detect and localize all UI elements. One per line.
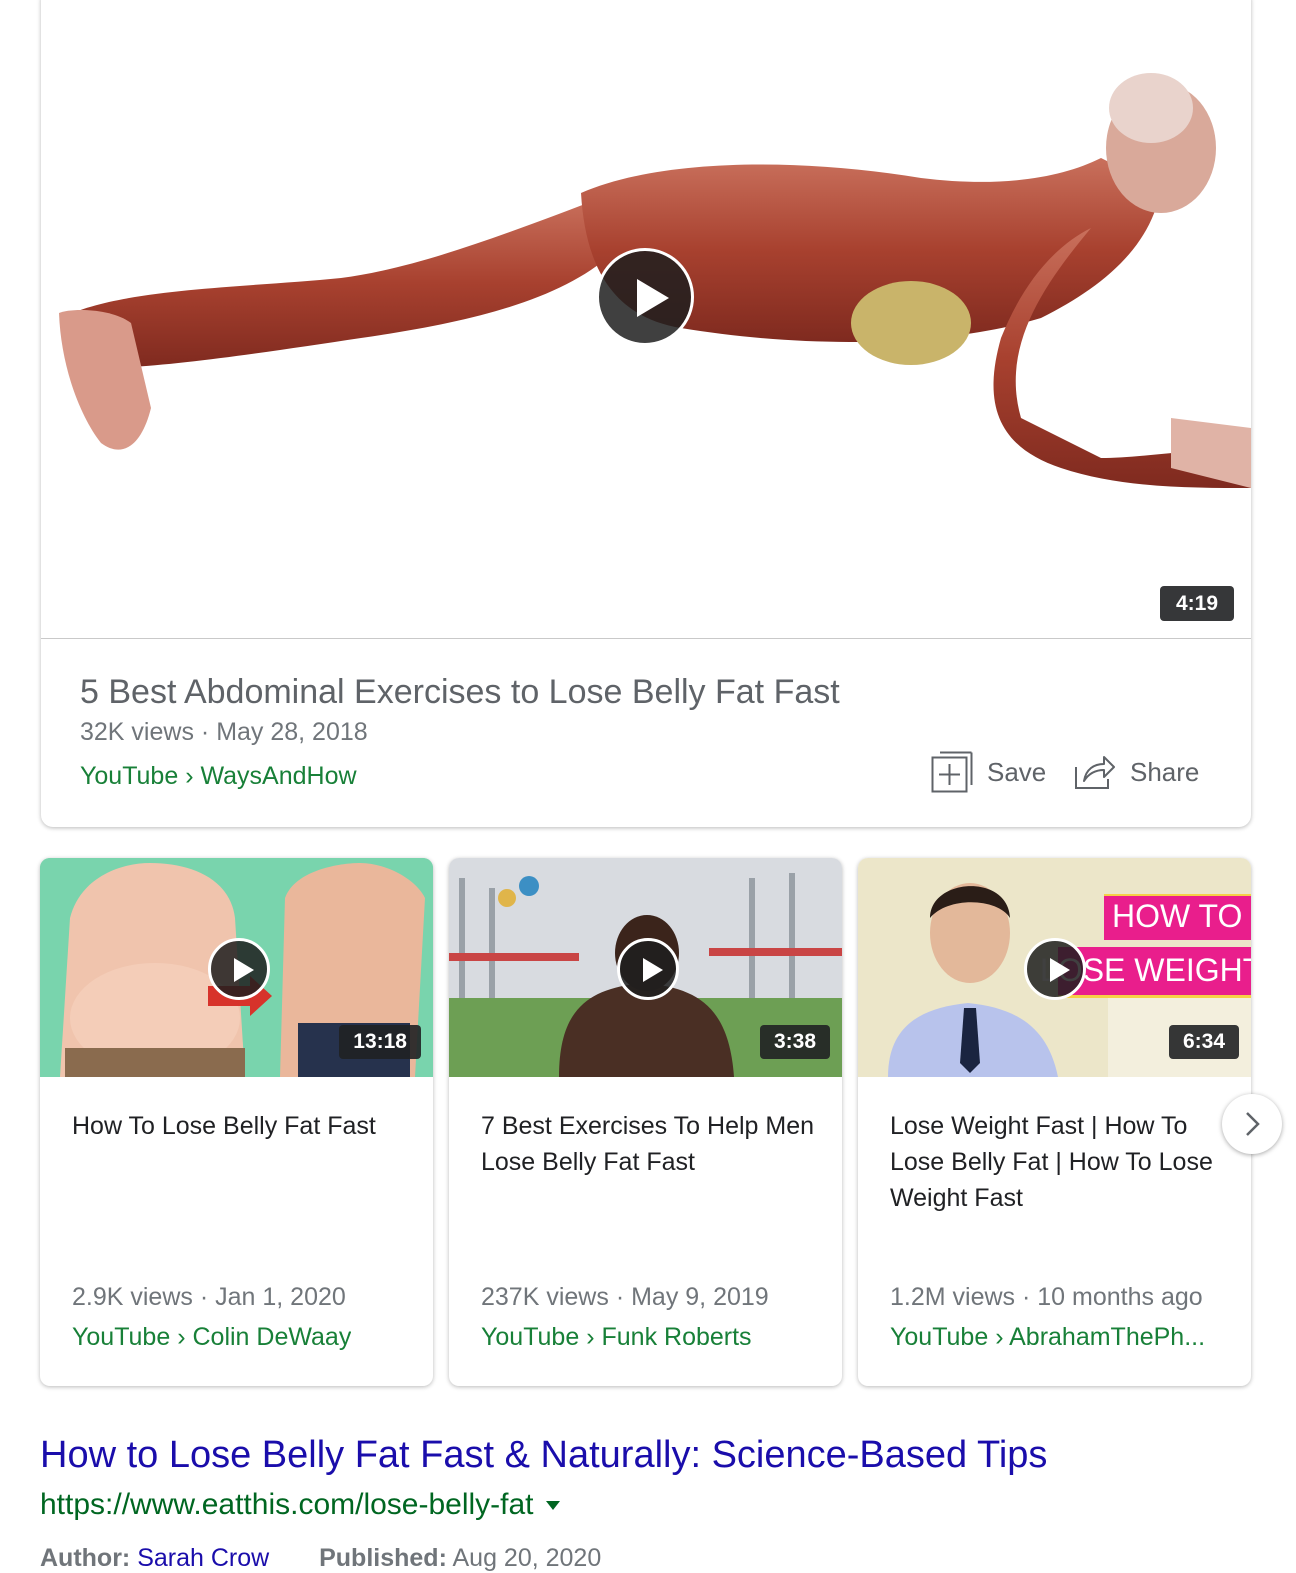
video-thumbnail[interactable]: 13:18 (40, 858, 433, 1077)
featured-video-card[interactable]: 4:19 5 Best Abdominal Exercises to Lose … (41, 0, 1251, 827)
play-icon[interactable] (617, 938, 679, 1000)
result-byline: Author: Sarah Crow Published: Aug 20, 20… (40, 1544, 601, 1573)
video-meta: 237K views · May 9, 2019 (481, 1283, 769, 1312)
author-label: Author: (40, 1544, 131, 1572)
publish-date: May 28, 2018 (216, 718, 368, 746)
publish-date: Jan 1, 2020 (215, 1283, 346, 1311)
video-duration-badge: 4:19 (1160, 586, 1234, 621)
breadcrumb-separator: › (586, 1323, 602, 1351)
save-label: Save (987, 756, 1047, 787)
video-source[interactable]: YouTube › Funk Roberts (481, 1323, 752, 1352)
result-url-text: https://www.eatthis.com/lose-belly-fat (40, 1488, 534, 1521)
breadcrumb-separator: › (177, 1323, 193, 1351)
video-thumbnail[interactable]: 3:38 (449, 858, 842, 1077)
video-duration-badge: 13:18 (339, 1025, 421, 1059)
publish-date: May 9, 2019 (631, 1283, 769, 1311)
save-icon (931, 751, 973, 793)
video-thumbnail[interactable]: HOW TO LOSE WEIGHT 6:34 (858, 858, 1251, 1077)
chevron-right-icon (1246, 1112, 1260, 1136)
author-link[interactable]: Sarah Crow (137, 1544, 269, 1572)
video-title[interactable]: How To Lose Belly Fat Fast (72, 1108, 417, 1144)
view-count: 1.2M views (890, 1283, 1016, 1311)
source-site: YouTube (72, 1323, 171, 1351)
video-card[interactable]: HOW TO LOSE WEIGHT 6:34 Lose Weight Fast… (858, 858, 1251, 1386)
video-meta: 1.2M views · 10 months ago (890, 1283, 1203, 1312)
breadcrumb-separator: › (995, 1323, 1010, 1351)
publish-date: 10 months ago (1037, 1283, 1203, 1311)
published-date: Aug 20, 2020 (452, 1544, 602, 1572)
video-duration-badge: 3:38 (759, 1025, 830, 1059)
channel-name: WaysAndHow (200, 762, 357, 790)
video-source[interactable]: YouTube › Colin DeWaay (72, 1323, 351, 1352)
view-count: 32K views (80, 718, 194, 746)
video-title[interactable]: 7 Best Exercises To Help Men Lose Belly … (481, 1108, 826, 1180)
channel-name: Funk Roberts (601, 1323, 752, 1351)
featured-video-title[interactable]: 5 Best Abdominal Exercises to Lose Belly… (80, 673, 840, 712)
meta-separator: · (199, 1283, 216, 1311)
result-url[interactable]: https://www.eatthis.com/lose-belly-fat (40, 1488, 560, 1522)
save-button[interactable]: Save (931, 750, 1046, 794)
play-icon[interactable] (208, 938, 270, 1000)
play-icon[interactable] (1024, 938, 1086, 1000)
published-label: Published: (319, 1544, 447, 1572)
view-count: 2.9K views (72, 1283, 193, 1311)
featured-video-thumbnail[interactable]: 4:19 (41, 0, 1251, 639)
video-duration-badge: 6:34 (1168, 1025, 1239, 1059)
video-card[interactable]: 3:38 7 Best Exercises To Help Men Lose B… (449, 858, 842, 1386)
meta-separator: · (200, 718, 217, 746)
source-site: YouTube (80, 762, 179, 790)
share-icon (1075, 756, 1115, 789)
breadcrumb-separator: › (185, 762, 201, 790)
result-title-link[interactable]: How to Lose Belly Fat Fast & Naturally: … (40, 1434, 1047, 1477)
share-label: Share (1130, 756, 1200, 787)
featured-video-source[interactable]: YouTube › WaysAndHow (80, 762, 357, 791)
share-button[interactable]: Share (1074, 750, 1199, 794)
source-site: YouTube (890, 1323, 989, 1351)
carousel-next-button[interactable] (1222, 1094, 1282, 1154)
source-site: YouTube (481, 1323, 580, 1351)
caret-down-icon[interactable] (545, 1500, 560, 1510)
play-icon[interactable] (596, 248, 694, 346)
featured-video-meta: 32K views · May 28, 2018 (80, 718, 368, 747)
meta-separator: · (615, 1283, 632, 1311)
video-meta: 2.9K views · Jan 1, 2020 (72, 1283, 346, 1312)
video-title[interactable]: Lose Weight Fast | How To Lose Belly Fat… (890, 1108, 1235, 1216)
thumbnail-caption-line: HOW TO (1112, 898, 1243, 934)
video-card[interactable]: 13:18 How To Lose Belly Fat Fast 2.9K vi… (40, 858, 433, 1386)
channel-name: AbrahamThePh... (1009, 1323, 1206, 1351)
view-count: 237K views (481, 1283, 609, 1311)
channel-name: Colin DeWaay (192, 1323, 352, 1351)
video-source[interactable]: YouTube › AbrahamThePh... (890, 1323, 1205, 1352)
meta-separator: · (1022, 1283, 1038, 1311)
